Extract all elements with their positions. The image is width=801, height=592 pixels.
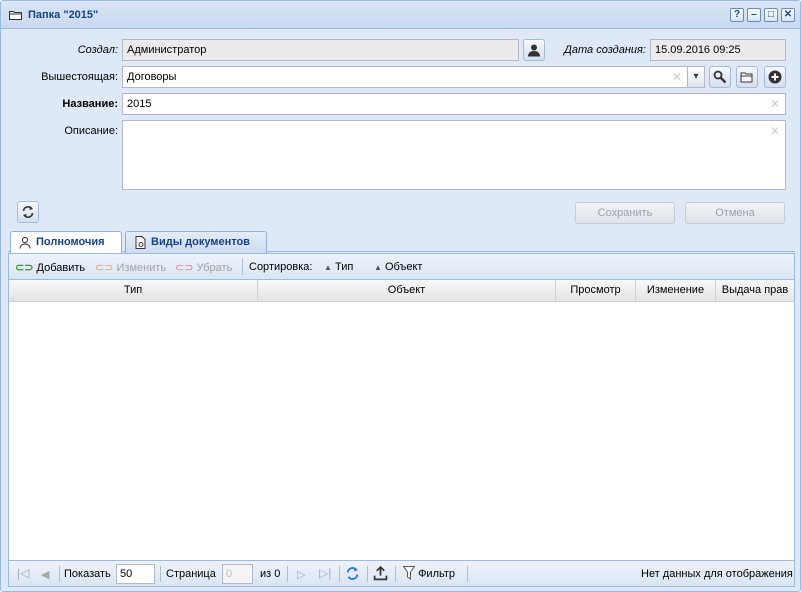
first-page-icon[interactable]: |◁ [17,566,29,580]
open-folder-button[interactable] [736,66,758,88]
grid-header: Тип Объект Просмотр Изменение Выдача пра… [9,280,794,302]
permissions-panel: ⊂⊃ Добавить ⊂⊃ Изменить ⊂⊃ Убрать Сортир… [8,253,795,587]
column-header-grant[interactable]: Выдача прав [716,280,794,301]
user-icon [528,44,540,57]
folder-icon [9,11,22,20]
remove-button[interactable]: ⊂⊃ Убрать [175,261,232,274]
created-by-label: Создал: [77,44,118,56]
column-header-edit[interactable]: Изменение [636,280,716,301]
pager-separator [395,566,396,582]
document-gear-icon [135,236,146,249]
minimize-tool-button[interactable]: – [747,8,761,22]
clear-icon[interactable]: ✕ [770,98,780,110]
sort-up-icon: ▲ [324,263,332,272]
open-folder-icon [740,72,753,83]
name-field-value: 2015 [127,98,152,110]
empty-status-text: Нет данных для отображения [641,568,793,580]
user-key-icon [19,236,31,249]
filter-icon [402,566,416,580]
page-label: Страница [166,568,216,580]
filter-label: Фильтр [418,568,456,580]
folder-form: Создал: Администратор Дата создания: 15.… [8,30,794,230]
column-header-type[interactable]: Тип [9,280,258,301]
name-label: Название: [62,98,118,110]
refresh-button[interactable] [17,201,39,223]
search-icon [713,70,727,84]
maximize-tool-button[interactable]: □ [764,8,778,22]
grid-toolbar: ⊂⊃ Добавить ⊂⊃ Изменить ⊂⊃ Убрать Сортир… [9,254,794,280]
sort-object-button[interactable]: ▲ Объект [374,261,422,273]
created-date-field: 15.09.2016 09:25 [650,39,786,61]
export-button[interactable] [373,565,388,584]
link-add-icon: ⊂⊃ [15,262,34,274]
tab-strip: Полномочия Виды документов [8,229,795,254]
remove-button-label: Убрать [196,262,233,274]
description-field[interactable]: ✕ [122,120,786,190]
created-by-field: Администратор [122,39,519,61]
chevron-down-icon[interactable]: ▾ [687,67,704,87]
link-edit-icon: ⊂⊃ [95,262,114,274]
toolbar-separator [242,259,243,275]
refresh-grid-button[interactable] [345,566,360,584]
created-date-label: Дата создания: [564,44,646,56]
cancel-button[interactable]: Отмена [685,202,785,224]
page-count-label: из 0 [260,568,281,580]
column-header-object[interactable]: Объект [258,280,556,301]
page-size-input[interactable]: 50 [116,564,155,584]
last-page-icon[interactable]: ▷| [319,566,331,580]
pager-separator [339,566,340,582]
clear-icon[interactable]: ✕ [672,71,682,83]
pager-separator [59,566,60,582]
edit-button[interactable]: ⊂⊃ Изменить [95,261,166,274]
sort-label: Сортировка: [249,261,313,273]
add-parent-button[interactable] [764,66,786,88]
clear-icon[interactable]: ✕ [770,125,780,137]
tab-document-types[interactable]: Виды документов [125,231,267,253]
link-remove-icon: ⊂⊃ [175,262,194,274]
sort-type-label: Тип [334,261,354,273]
tab-permissions[interactable]: Полномочия [10,231,122,254]
paging-toolbar: |◁ ◀ Показать 50 Страница 0 из 0 ▷ ▷| Фи… [9,560,794,586]
edit-button-label: Изменить [116,262,167,274]
window-title: Папка "2015" [28,9,99,21]
pager-separator [367,566,368,582]
folder-window: Папка "2015" ? – □ ✕ Создал: Администрат… [0,0,801,592]
filter-button[interactable]: Фильтр [402,566,456,580]
sort-up-icon: ▲ [374,263,382,272]
pager-separator [467,566,468,582]
grid-body [9,302,794,560]
next-page-icon[interactable]: ▷ [297,568,305,581]
pager-separator [287,566,288,582]
upload-icon [373,565,388,581]
pager-separator [160,566,161,582]
description-label: Описание: [64,125,118,137]
prev-page-icon[interactable]: ◀ [41,568,49,581]
user-card-button[interactable] [523,39,545,61]
help-tool-button[interactable]: ? [730,8,744,22]
refresh-icon [22,206,34,218]
page-size-label: Показать [64,568,111,580]
sort-object-label: Объект [384,261,423,273]
add-button[interactable]: ⊂⊃ Добавить [15,261,85,274]
name-field[interactable]: 2015 ✕ [122,93,786,115]
parent-combo-value: Договоры [127,71,177,83]
sort-type-button[interactable]: ▲ Тип [324,261,353,273]
search-button[interactable] [709,66,731,88]
parent-label: Вышестоящая: [41,71,118,83]
plus-circle-icon [768,70,782,84]
window-titlebar[interactable]: Папка "2015" ? – □ ✕ [1,1,800,29]
add-button-label: Добавить [36,262,86,274]
close-tool-button[interactable]: ✕ [781,8,795,22]
save-button[interactable]: Сохранить [575,202,675,224]
refresh-icon [346,567,359,580]
column-header-view[interactable]: Просмотр [556,280,636,301]
tab-document-types-label: Виды документов [151,236,250,248]
page-number-input[interactable]: 0 [222,564,253,584]
tab-permissions-label: Полномочия [36,236,105,248]
parent-combo[interactable]: Договоры ✕ ▾ [122,66,705,88]
